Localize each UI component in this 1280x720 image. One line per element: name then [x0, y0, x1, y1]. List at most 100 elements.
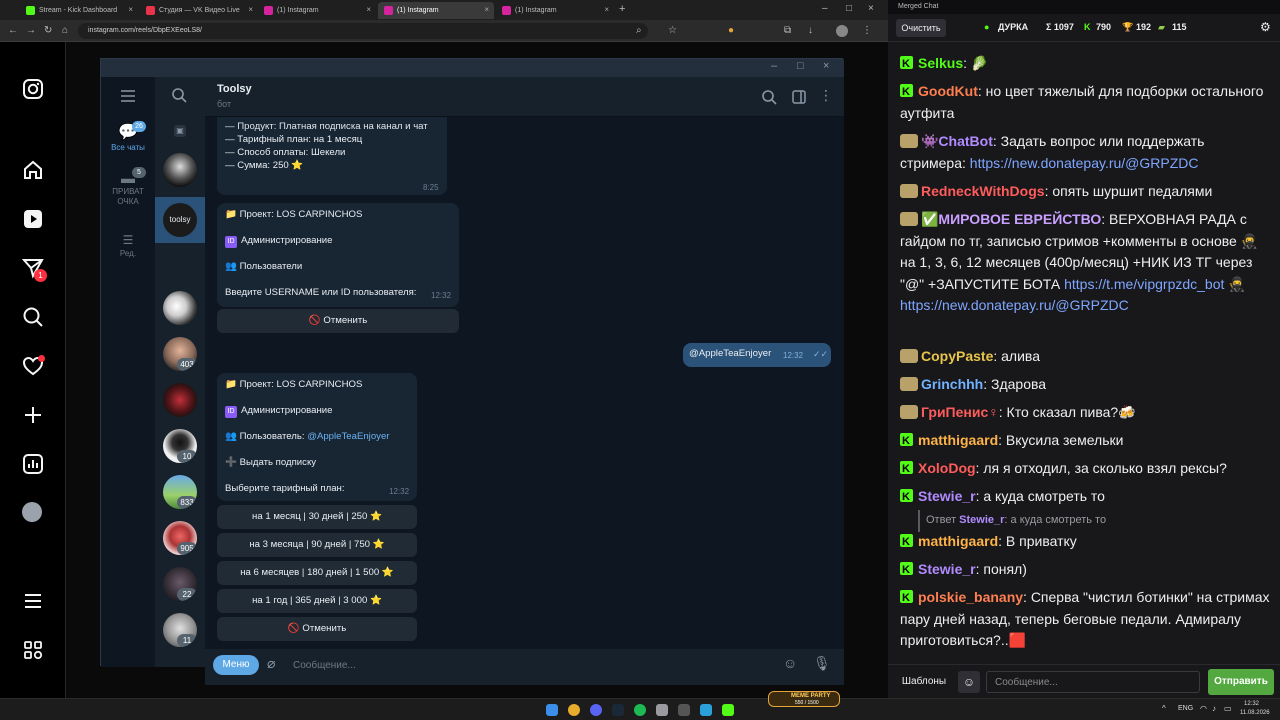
chat-avatar[interactable]: 403 — [163, 337, 197, 371]
bot-menu-button[interactable]: Меню — [213, 655, 259, 675]
battery-icon[interactable]: ▭ — [1224, 704, 1232, 713]
telegram-icon[interactable] — [700, 704, 712, 716]
more-vertical-icon[interactable]: ⋮ — [819, 87, 833, 104]
cancel-button[interactable]: 🚫 Отменить — [217, 617, 417, 641]
chat-input-bar: Шаблоны ☺ Отправить — [888, 664, 1280, 698]
chat-message: RedneckWithDogs: опять шуршит педалями — [900, 181, 1270, 203]
sidebar-toggle-icon[interactable] — [791, 89, 807, 105]
chat-avatar[interactable]: 833 — [163, 475, 197, 509]
profile-avatar[interactable] — [22, 502, 42, 522]
chat-messages: Selkus: 🥬 GoodKut: но цвет тяжелый для п… — [888, 42, 1280, 664]
star-icon[interactable]: ☆ — [668, 25, 677, 37]
profile-avatar[interactable] — [836, 25, 848, 37]
message-bubble: — Продукт: Платная подписка на канал и ч… — [217, 117, 447, 195]
plan-button[interactable]: на 3 месяца | 90 дней | 750 ⭐ — [217, 533, 417, 557]
chat-title[interactable]: Toolsy — [217, 83, 252, 95]
wifi-icon[interactable]: ◠ — [1200, 704, 1207, 713]
close-icon[interactable]: × — [128, 5, 133, 14]
kick-icon[interactable] — [722, 704, 734, 716]
folder-private[interactable]: ▬ 5 ПРИВАТ ОЧКА — [101, 167, 155, 207]
close-icon[interactable]: × — [484, 5, 489, 14]
windows-taskbar: MEME PARTY 550 / 1500 ^ ENG ◠ ♪ ▭ 12:32 … — [0, 691, 1280, 720]
chat-avatar[interactable]: 22 — [163, 567, 197, 601]
spotify-icon[interactable] — [634, 704, 646, 716]
chat-avatar[interactable] — [163, 291, 197, 325]
maximize-icon[interactable]: □ — [846, 3, 852, 15]
hamburger-icon[interactable] — [119, 89, 137, 103]
chat-message: matthigaard: В приватку — [900, 531, 1270, 554]
reload-icon[interactable]: ↻ — [44, 25, 52, 37]
other-platform-icon: ▰ — [1158, 22, 1165, 32]
selected-chat[interactable]: toolsy — [155, 197, 205, 243]
search-icon[interactable] — [22, 306, 44, 328]
chat-input[interactable] — [986, 671, 1200, 693]
browser-tab[interactable]: (1) Instagram × — [496, 2, 614, 19]
microphone-icon[interactable]: 🎙 — [813, 655, 831, 672]
menu-dots-icon[interactable]: ⋮ — [862, 25, 872, 37]
instagram-logo-icon[interactable] — [22, 78, 44, 100]
search-icon[interactable] — [761, 89, 777, 105]
close-icon[interactable]: × — [604, 5, 609, 14]
archive-icon[interactable]: ▣ — [174, 125, 186, 137]
telegram-window: – □ × 💬 26 Все чаты ▬ 5 ПРИВАТ ОЧКА ☰ Ре… — [100, 58, 939, 685]
cancel-button[interactable]: 🚫 Отменить — [217, 309, 459, 333]
close-window-icon[interactable]: × — [868, 3, 874, 15]
clear-button[interactable]: Очистить — [896, 19, 946, 37]
plan-button[interactable]: на 1 год | 365 дней | 3 000 ⭐ — [217, 589, 417, 613]
browser-tab[interactable]: Stream - Kick Dashboard × — [20, 2, 138, 19]
extensions-icon[interactable]: ⧉ — [784, 25, 791, 37]
new-tab-icon[interactable]: + — [619, 3, 625, 15]
plan-button[interactable]: на 6 месяцев | 180 дней | 1 500 ⭐ — [217, 561, 417, 585]
settings-icon[interactable]: ⚙ — [1260, 20, 1271, 34]
vk-icon — [146, 6, 155, 15]
steam-icon[interactable] — [612, 704, 624, 716]
attach-icon[interactable]: ⌀ — [267, 655, 275, 672]
send-button[interactable]: Отправить — [1208, 669, 1274, 695]
maximize-icon[interactable]: □ — [797, 60, 804, 72]
chat-avatar[interactable]: 905 — [163, 521, 197, 555]
extension-icon[interactable]: ● — [728, 25, 734, 37]
reels-icon[interactable] — [22, 208, 44, 230]
plan-button[interactable]: на 1 месяц | 30 дней | 250 ⭐ — [217, 505, 417, 529]
chat-avatar[interactable]: 10 — [163, 429, 197, 463]
chrome-icon[interactable] — [568, 704, 580, 716]
folder-all-chats[interactable]: 💬 26 Все чаты — [101, 121, 155, 152]
chat-message: ✅МИРОВОЕ ЕВРЕЙСТВО: ВЕРХОВНАЯ РАДА с гай… — [900, 211, 1259, 313]
templates-button[interactable]: Шаблоны — [896, 671, 952, 693]
minimize-icon[interactable]: – — [771, 60, 777, 72]
more-icon[interactable] — [22, 639, 44, 661]
browser-tab[interactable]: (1) Instagram × — [258, 2, 376, 19]
browser-tab[interactable]: Студия — VK Видео Live × — [140, 2, 258, 19]
windows-start-icon[interactable] — [546, 704, 558, 716]
tray-chevron-icon[interactable]: ^ — [1162, 704, 1166, 713]
home-icon[interactable]: ⌂ — [62, 25, 68, 37]
chat-avatar[interactable]: 11 — [163, 613, 197, 647]
chat-window-title: Merged Chat — [888, 0, 1280, 14]
menu-icon[interactable] — [22, 590, 44, 612]
stats-icon[interactable] — [22, 453, 44, 475]
close-icon[interactable]: × — [248, 5, 253, 14]
search-icon[interactable]: ⌕ — [636, 25, 642, 37]
create-icon[interactable] — [22, 404, 44, 426]
reply-quote: Ответ Stewie_r: а куда смотреть то — [918, 510, 1258, 532]
search-icon[interactable] — [171, 87, 187, 103]
back-icon[interactable]: ← — [8, 25, 18, 37]
url-field[interactable]: instagram.com/reels/DbpEXEeoLS8/ — [78, 23, 648, 39]
app-icon[interactable] — [678, 704, 690, 716]
minimize-icon[interactable]: – — [822, 3, 828, 15]
chat-avatar[interactable] — [163, 383, 197, 417]
volume-icon[interactable]: ♪ — [1212, 704, 1216, 713]
chat-avatar[interactable] — [163, 153, 197, 187]
emoji-icon[interactable]: ☺ — [783, 655, 797, 671]
folder-edit[interactable]: ☰ Ред. — [101, 231, 155, 258]
close-icon[interactable]: × — [366, 5, 371, 14]
close-icon[interactable]: × — [823, 60, 829, 72]
discord-icon[interactable] — [590, 704, 602, 716]
emoji-icon[interactable]: ☺ — [958, 671, 980, 693]
forward-icon[interactable]: → — [26, 25, 36, 37]
download-icon[interactable]: ↓ — [808, 25, 813, 37]
app-icon[interactable] — [656, 704, 668, 716]
message-input[interactable] — [293, 655, 593, 675]
browser-tab-active[interactable]: (1) Instagram × — [378, 2, 494, 19]
home-icon[interactable] — [22, 159, 44, 181]
